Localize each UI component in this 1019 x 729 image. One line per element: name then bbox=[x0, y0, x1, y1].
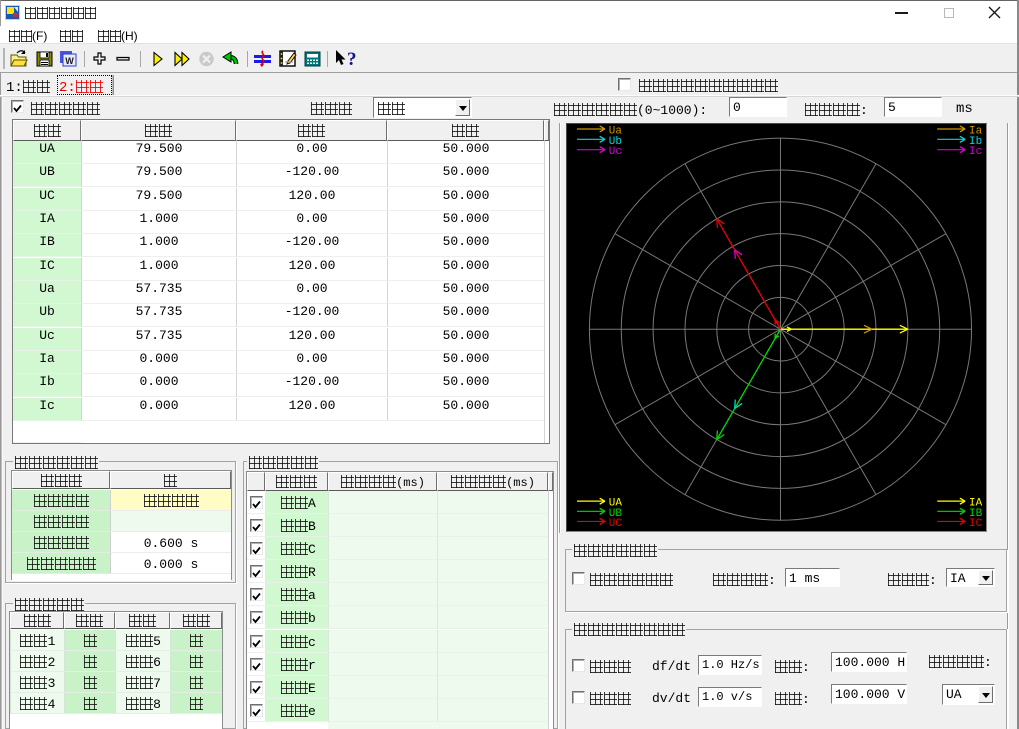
svg-text:Uc: Uc bbox=[609, 146, 622, 158]
svg-text:?: ? bbox=[347, 49, 357, 70]
svg-text:W: W bbox=[65, 56, 74, 66]
svg-text:UC: UC bbox=[609, 518, 623, 530]
svg-text:IC: IC bbox=[969, 518, 983, 530]
svg-text:Ic: Ic bbox=[969, 146, 982, 158]
